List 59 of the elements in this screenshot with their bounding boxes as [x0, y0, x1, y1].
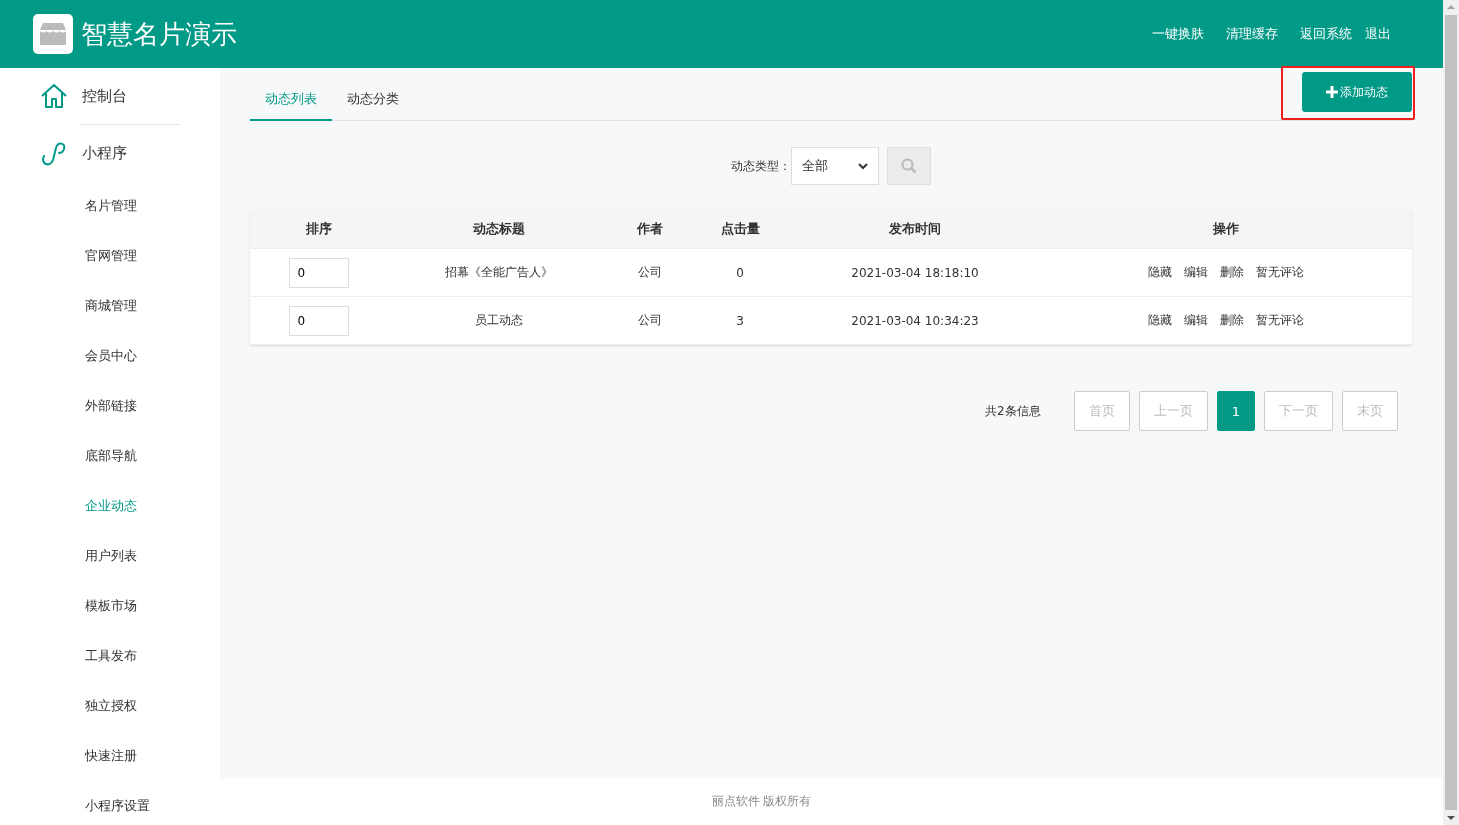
column-header: 动态标题 — [387, 210, 610, 249]
action-link[interactable]: 删除 — [1220, 312, 1244, 329]
column-header: 操作 — [1040, 210, 1412, 249]
sidebar-item[interactable]: 名片管理 — [0, 181, 220, 231]
total-count: 共2条信息 — [985, 402, 1041, 420]
action-link[interactable]: 暂无评论 — [1256, 312, 1304, 329]
header-link[interactable]: 清理缓存 — [1226, 25, 1278, 43]
table-cell: 2021-03-04 10:34:23 — [790, 296, 1040, 345]
sidebar-item[interactable]: 独立授权 — [0, 681, 220, 731]
action-link[interactable]: 暂无评论 — [1256, 264, 1304, 281]
column-header: 排序 — [250, 210, 387, 249]
app-title: 智慧名片演示 — [81, 17, 238, 51]
table-cell: 招幕《全能广告人》 — [387, 248, 610, 297]
filter-label: 动态类型： — [731, 157, 791, 175]
column-header: 发布时间 — [790, 210, 1040, 249]
search-button[interactable] — [887, 147, 931, 185]
sidebar-item[interactable]: 外部链接 — [0, 381, 220, 431]
table-cell: 3 — [690, 296, 790, 345]
action-link[interactable]: 编辑 — [1184, 264, 1208, 281]
search-icon — [901, 158, 917, 174]
sidebar-item[interactable]: 会员中心 — [0, 331, 220, 381]
tab[interactable]: 动态分类 — [332, 79, 414, 121]
action-link[interactable]: 隐藏 — [1148, 312, 1172, 329]
sidebar-item[interactable]: 小程序 — [0, 125, 220, 181]
copyright-text: 丽点软件 版权所有 — [711, 793, 812, 810]
sort-input[interactable]: 0 — [288, 305, 349, 336]
sidebar-item[interactable]: 商城管理 — [0, 281, 220, 331]
header-link[interactable]: 一键换肤 — [1152, 25, 1204, 43]
sidebar-item[interactable]: 底部导航 — [0, 431, 220, 481]
chevron-down-icon — [858, 162, 868, 170]
header-link[interactable]: 退出 — [1365, 25, 1391, 43]
plus-icon — [1326, 86, 1338, 98]
sidebar-item[interactable]: 企业动态 — [0, 481, 220, 531]
sidebar-item[interactable]: 控制台 — [0, 68, 220, 124]
sidebar-item[interactable]: 官网管理 — [0, 231, 220, 281]
action-link[interactable]: 编辑 — [1184, 312, 1208, 329]
home-icon — [40, 83, 68, 109]
sidebar-item[interactable]: 模板市场 — [0, 581, 220, 631]
table-cell: 0 — [690, 248, 790, 297]
add-button[interactable]: 添加动态 — [1302, 72, 1412, 112]
column-header: 作者 — [610, 210, 690, 249]
sidebar-item[interactable]: 用户列表 — [0, 531, 220, 581]
sidebar-item[interactable]: 工具发布 — [0, 631, 220, 681]
table-cell: 公司 — [610, 248, 690, 297]
table-cell: 公司 — [610, 296, 690, 345]
type-dropdown[interactable]: 全部 — [791, 147, 879, 185]
page-button[interactable]: 1 — [1216, 391, 1255, 431]
store-icon — [33, 14, 73, 54]
table-cell: 2021-03-04 18:18:10 — [790, 248, 1040, 297]
column-header: 点击量 — [690, 210, 790, 249]
sidebar-item[interactable]: 小程序设置 — [0, 781, 220, 825]
scrollbar[interactable] — [1443, 0, 1459, 825]
action-link[interactable]: 隐藏 — [1148, 264, 1172, 281]
action-link[interactable]: 删除 — [1220, 264, 1244, 281]
header-link[interactable]: 返回系统 — [1300, 25, 1352, 43]
sort-input[interactable]: 0 — [288, 257, 349, 288]
sidebar-item[interactable]: 快速注册 — [0, 731, 220, 781]
table-cell: 员工动态 — [387, 296, 610, 345]
link-curve-icon — [40, 140, 68, 166]
